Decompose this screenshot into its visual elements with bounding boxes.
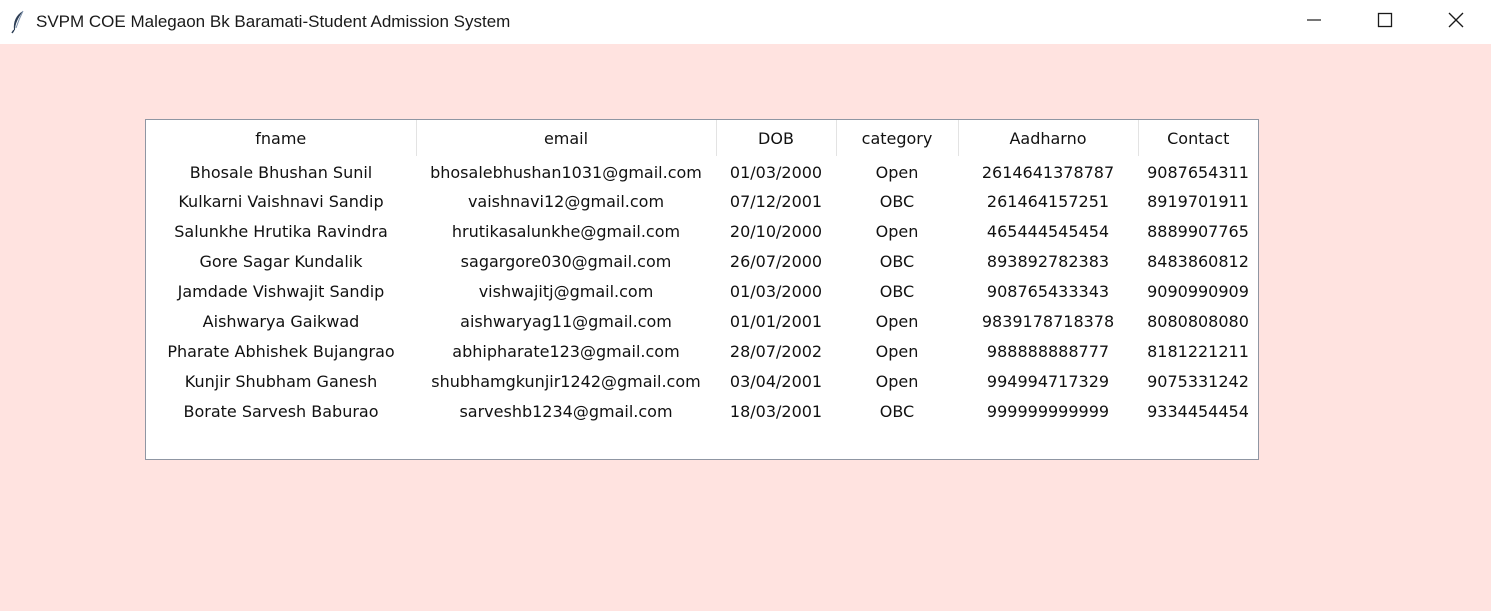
student-grid: fname email DOB category Aadharno Contac… [146, 120, 1258, 426]
table-row[interactable]: Pharate Abhishek Bujangrao abhipharate12… [146, 336, 1258, 366]
student-table[interactable]: fname email DOB category Aadharno Contac… [145, 119, 1259, 460]
title-bar[interactable]: SVPM COE Malegaon Bk Baramati-Student Ad… [0, 0, 1491, 44]
cell-email: vaishnavi12@gmail.com [467, 191, 665, 211]
cell-aadharno: 994994717329 [986, 371, 1110, 391]
cell-aadharno: 999999999999 [986, 401, 1110, 421]
table-row[interactable]: Kunjir Shubham Ganesh shubhamgkunjir1242… [146, 366, 1258, 396]
cell-fname: Kulkarni Vaishnavi Sandip [178, 191, 384, 211]
cell-email: hrutikasalunkhe@gmail.com [451, 221, 681, 241]
cell-aadharno: 465444545454 [986, 221, 1110, 241]
column-header-category[interactable]: category [836, 120, 959, 156]
cell-email: aishwaryag11@gmail.com [460, 311, 672, 331]
cell-fname: Bhosale Bhushan Sunil [189, 162, 373, 182]
cell-dob: 18/03/2001 [729, 401, 823, 421]
cell-contact: 9090990909 [1147, 281, 1249, 301]
column-header-fname[interactable]: fname [146, 120, 417, 156]
column-header-aadharno[interactable]: Aadharno [958, 120, 1139, 156]
cell-category: Open [875, 221, 919, 241]
cell-aadharno: 893892782383 [986, 251, 1110, 271]
cell-category: OBC [879, 191, 915, 211]
cell-dob: 03/04/2001 [729, 371, 823, 391]
cell-dob: 01/03/2000 [729, 281, 823, 301]
cell-category: OBC [879, 251, 915, 271]
cell-email: vishwajitj@gmail.com [478, 281, 654, 301]
header-row: fname email DOB category Aadharno Contac… [146, 120, 1258, 156]
cell-dob: 07/12/2001 [729, 191, 823, 211]
cell-dob: 01/03/2000 [729, 162, 823, 182]
table-row[interactable]: Aishwarya Gaikwad aishwaryag11@gmail.com… [146, 306, 1258, 336]
cell-category: OBC [879, 401, 915, 421]
maximize-button[interactable] [1349, 0, 1420, 44]
cell-fname: Jamdade Vishwajit Sandip [177, 281, 385, 301]
cell-aadharno: 261464157251 [986, 191, 1110, 211]
cell-contact: 9075331242 [1147, 371, 1249, 391]
cell-aadharno: 988888888777 [986, 341, 1110, 361]
cell-dob: 28/07/2002 [729, 341, 823, 361]
cell-contact: 8181221211 [1147, 341, 1249, 361]
cell-aadharno: 908765433343 [986, 281, 1110, 301]
cell-contact: 8889907765 [1147, 221, 1249, 241]
cell-aadharno: 9839178718378 [981, 311, 1115, 331]
cell-dob: 01/01/2001 [729, 311, 823, 331]
cell-dob: 26/07/2000 [729, 251, 823, 271]
close-icon [1448, 12, 1464, 32]
column-header-contact[interactable]: Contact [1138, 120, 1258, 156]
window-controls [1278, 0, 1491, 44]
cell-fname: Gore Sagar Kundalik [199, 251, 363, 271]
table-row[interactable]: Bhosale Bhushan Sunil bhosalebhushan1031… [146, 156, 1258, 186]
feather-icon [0, 0, 36, 44]
cell-category: Open [875, 162, 919, 182]
cell-email: sarveshb1234@gmail.com [459, 401, 673, 421]
cell-email: bhosalebhushan1031@gmail.com [430, 162, 702, 182]
cell-category: Open [875, 371, 919, 391]
table-row[interactable]: Kulkarni Vaishnavi Sandip vaishnavi12@gm… [146, 186, 1258, 216]
cell-fname: Salunkhe Hrutika Ravindra [174, 221, 388, 241]
cell-email: abhipharate123@gmail.com [452, 341, 680, 361]
table-row[interactable]: Jamdade Vishwajit Sandip vishwajitj@gmai… [146, 276, 1258, 306]
cell-email: sagargore030@gmail.com [460, 251, 672, 271]
cell-fname: Aishwarya Gaikwad [202, 311, 360, 331]
cell-contact: 9087654311 [1147, 162, 1249, 182]
cell-contact: 8483860812 [1147, 251, 1249, 271]
maximize-icon [1377, 12, 1393, 32]
cell-contact: 8080808080 [1147, 311, 1249, 331]
table-row[interactable]: Salunkhe Hrutika Ravindra hrutikasalunkh… [146, 216, 1258, 246]
cell-contact: 9334454454 [1147, 401, 1249, 421]
cell-fname: Pharate Abhishek Bujangrao [167, 341, 395, 361]
window-title: SVPM COE Malegaon Bk Baramati-Student Ad… [36, 12, 511, 31]
table-row[interactable]: Borate Sarvesh Baburao sarveshb1234@gmai… [146, 396, 1258, 426]
column-header-dob[interactable]: DOB [716, 120, 837, 156]
cell-dob: 20/10/2000 [729, 221, 823, 241]
cell-contact: 8919701911 [1147, 191, 1249, 211]
cell-category: Open [875, 311, 919, 331]
cell-fname: Borate Sarvesh Baburao [183, 401, 379, 421]
column-header-email[interactable]: email [416, 120, 717, 156]
minimize-icon [1306, 12, 1322, 32]
table-row[interactable]: Gore Sagar Kundalik sagargore030@gmail.c… [146, 246, 1258, 276]
cell-category: OBC [879, 281, 915, 301]
cell-category: Open [875, 341, 919, 361]
cell-fname: Kunjir Shubham Ganesh [184, 371, 378, 391]
cell-email: shubhamgkunjir1242@gmail.com [431, 371, 701, 391]
cell-aadharno: 2614641378787 [981, 162, 1115, 182]
minimize-button[interactable] [1278, 0, 1349, 44]
close-button[interactable] [1420, 0, 1491, 44]
